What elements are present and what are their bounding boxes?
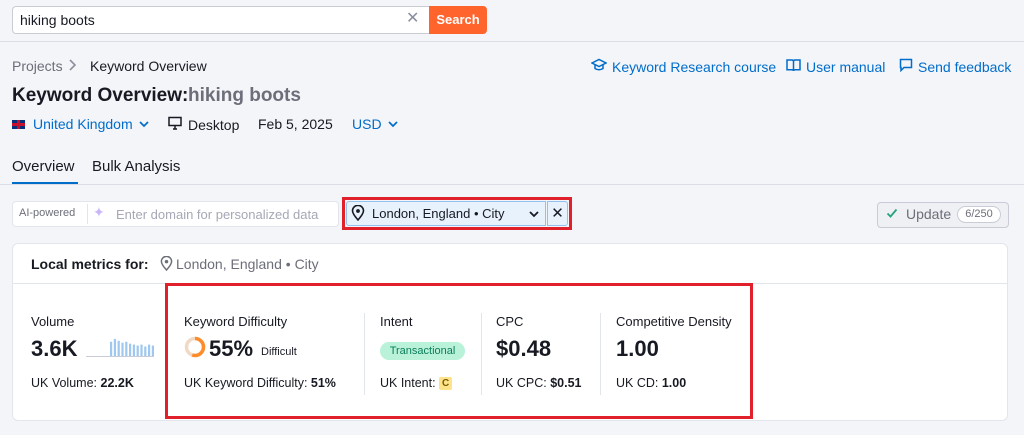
database-select[interactable]: United Kingdom — [12, 116, 151, 132]
update-button-label[interactable]: Update — [906, 206, 951, 222]
message-icon — [899, 58, 913, 75]
device-indicator: Desktop — [168, 116, 239, 133]
ai-powered-label: AI-powered — [19, 207, 76, 219]
close-icon[interactable]: ✕ — [406, 10, 419, 28]
breadcrumb-current: Keyword Overview — [90, 58, 207, 74]
tab-overview[interactable]: Overview — [12, 158, 75, 175]
active-tab-indicator — [12, 182, 78, 184]
volume-trend-bar — [151, 345, 154, 356]
ai-divider — [87, 204, 88, 224]
volume-trend-bar — [110, 341, 113, 356]
chevron-right-icon — [68, 57, 78, 76]
volume-label: Volume — [31, 314, 75, 329]
tabs-divider — [0, 184, 1024, 185]
domain-input-placeholder[interactable]: Enter domain for personalized data — [116, 207, 318, 222]
search-button[interactable]: Search — [429, 6, 487, 34]
volume-trend-bar — [129, 343, 132, 356]
send-feedback-link[interactable]: Send feedback — [899, 58, 1011, 75]
uk-volume: UK Volume: 22.2K — [31, 376, 134, 390]
metrics-highlight-box — [165, 283, 753, 419]
graduation-cap-icon — [590, 58, 608, 75]
volume-trend-bar — [144, 346, 147, 356]
tab-bulk-analysis[interactable]: Bulk Analysis — [92, 158, 180, 175]
check-icon — [886, 207, 898, 222]
date-label: Feb 5, 2025 — [258, 116, 333, 132]
volume-value: 3.6K — [31, 336, 78, 361]
update-count-badge: 6/250 — [957, 206, 1001, 223]
currency-select[interactable]: USD — [352, 116, 400, 132]
keyword-research-course-label[interactable]: Keyword Research course — [612, 59, 776, 75]
breadcrumb-projects[interactable]: Projects — [12, 58, 63, 74]
database-select-label[interactable]: United Kingdom — [33, 116, 133, 132]
volume-trend-chart — [86, 338, 154, 357]
chevron-down-icon — [386, 116, 400, 132]
chevron-down-icon — [137, 116, 151, 132]
sparkle-icon: ✦ — [93, 204, 105, 220]
volume-trend-bar — [132, 344, 135, 356]
page-title-query: hiking boots — [188, 85, 301, 106]
user-manual-link[interactable]: User manual — [786, 58, 885, 75]
volume-trend-bar — [140, 344, 143, 356]
header-divider — [0, 41, 1024, 42]
volume-trend-bar — [148, 344, 151, 356]
volume-trend-bar — [117, 340, 120, 356]
volume-trend-bar — [113, 338, 116, 356]
send-feedback-label[interactable]: Send feedback — [918, 59, 1011, 75]
local-metrics-label: Local metrics for: — [31, 256, 149, 272]
volume-trend-bar — [121, 342, 124, 356]
user-manual-label[interactable]: User manual — [806, 59, 885, 75]
desktop-icon — [168, 116, 182, 133]
page-title: Keyword Overview: — [12, 85, 189, 106]
location-pin-icon — [160, 255, 173, 276]
keyword-research-course-link[interactable]: Keyword Research course — [590, 58, 776, 75]
volume-trend-bar — [136, 345, 139, 356]
uk-flag-icon — [12, 119, 25, 129]
local-metrics-location: London, England • City — [176, 256, 319, 272]
volume-trend-bar — [125, 341, 128, 356]
currency-select-label[interactable]: USD — [352, 116, 382, 132]
book-icon — [786, 58, 801, 75]
search-input-value[interactable]: hiking boots — [20, 12, 95, 28]
location-highlight-box — [342, 197, 572, 230]
device-label: Desktop — [188, 116, 240, 133]
